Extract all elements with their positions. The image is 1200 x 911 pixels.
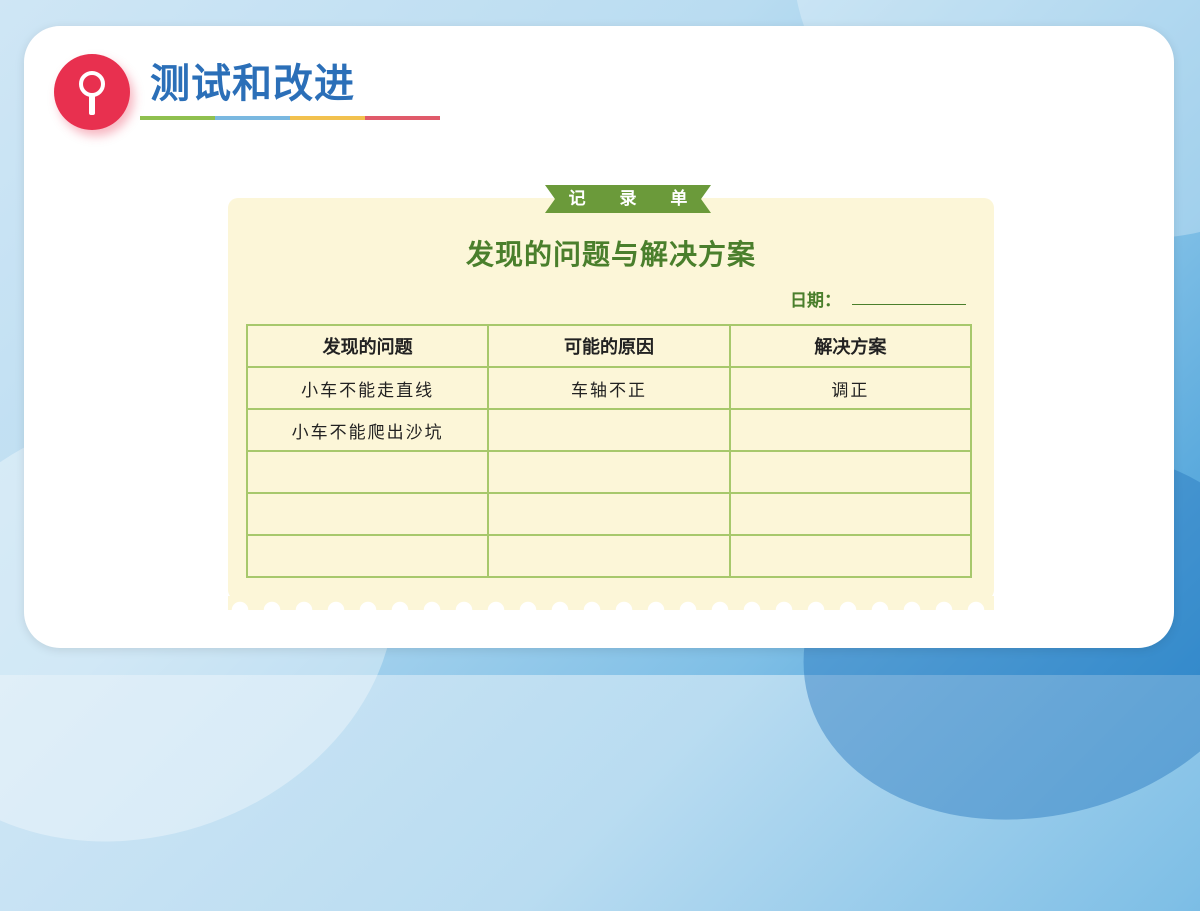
solution-cell[interactable] — [728, 534, 973, 578]
date-label: 日期： — [790, 291, 841, 311]
column-header-cause: 可能的原因 — [487, 324, 731, 368]
cause-cell[interactable] — [487, 450, 731, 494]
record-table: 发现的问题 可能的原因 解决方案 小车不能走直线 车轴不正 调正 小车不能爬出沙… — [245, 324, 973, 578]
cause-cell[interactable] — [487, 534, 731, 578]
magnifier-icon — [79, 71, 105, 115]
cause-cell[interactable]: 车轴不正 — [487, 366, 731, 410]
problem-cell[interactable]: 小车不能爬出沙坑 — [245, 408, 490, 452]
table-row: 小车不能走直线 车轴不正 调正 — [245, 366, 973, 410]
problem-cell[interactable] — [245, 450, 490, 494]
sheet-heading: 发现的问题与解决方案 — [465, 238, 756, 271]
table-row — [245, 492, 973, 536]
underline-segment — [365, 116, 440, 120]
table-row: 小车不能爬出沙坑 — [245, 408, 973, 452]
solution-cell[interactable]: 调正 — [728, 366, 973, 410]
title-underline — [140, 116, 440, 120]
cause-cell[interactable] — [487, 492, 731, 536]
table-header-row: 发现的问题 可能的原因 解决方案 — [245, 324, 973, 368]
section-badge — [54, 54, 130, 130]
solution-cell[interactable] — [728, 408, 973, 452]
solution-cell[interactable] — [728, 450, 973, 494]
problem-cell[interactable]: 小车不能走直线 — [245, 366, 490, 410]
table-row — [245, 534, 973, 578]
column-header-problem: 发现的问题 — [245, 324, 490, 368]
cause-cell[interactable] — [487, 408, 731, 452]
problem-cell[interactable] — [245, 534, 490, 578]
date-field[interactable] — [852, 304, 966, 305]
solution-cell[interactable] — [728, 492, 973, 536]
column-header-solution: 解决方案 — [728, 324, 973, 368]
underline-segment — [215, 116, 290, 120]
underline-segment — [140, 116, 215, 120]
problem-cell[interactable] — [245, 492, 490, 536]
page-title: 测试和改进 — [150, 61, 355, 107]
record-ribbon: 记 录 单 — [545, 185, 711, 213]
table-row — [245, 450, 973, 494]
sheet-scalloped-edge — [228, 596, 994, 610]
underline-segment — [290, 116, 365, 120]
